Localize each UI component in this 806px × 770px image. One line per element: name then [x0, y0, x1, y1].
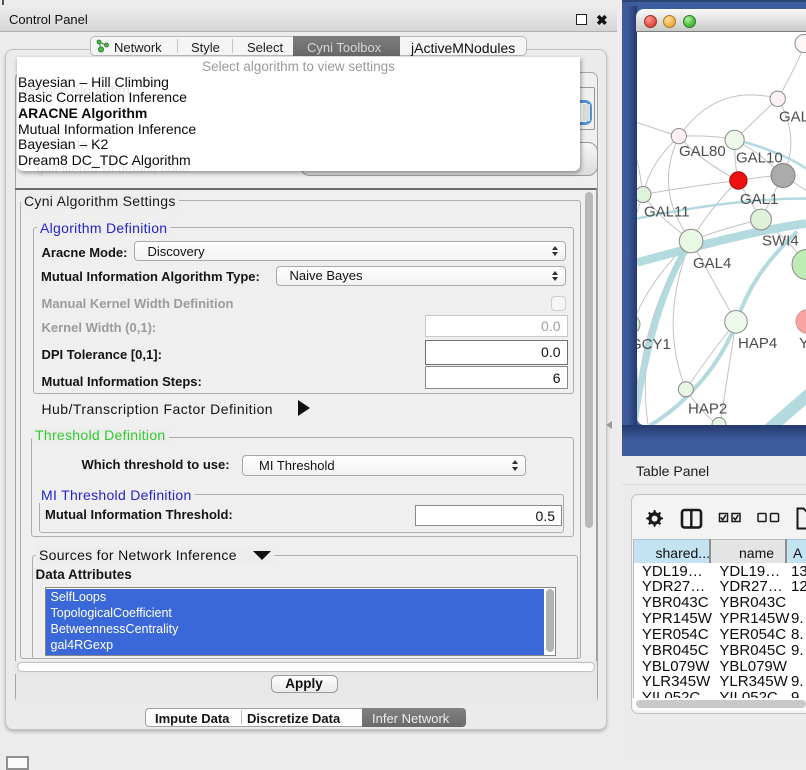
svg-text:GCY1: GCY1	[637, 336, 671, 353]
svg-text:GAL10: GAL10	[736, 149, 783, 166]
svg-text:GAL2: GAL2	[779, 108, 806, 125]
svg-text:SWI4: SWI4	[762, 232, 799, 249]
svg-text:GAL80: GAL80	[679, 143, 726, 160]
svg-text:GAL1: GAL1	[740, 191, 778, 208]
svg-text:HAP4: HAP4	[738, 335, 777, 352]
svg-text:Y: Y	[799, 335, 806, 352]
svg-text:GAL11: GAL11	[644, 203, 690, 220]
svg-text:GAL4: GAL4	[693, 255, 731, 272]
svg-text:HAP2: HAP2	[688, 400, 727, 417]
